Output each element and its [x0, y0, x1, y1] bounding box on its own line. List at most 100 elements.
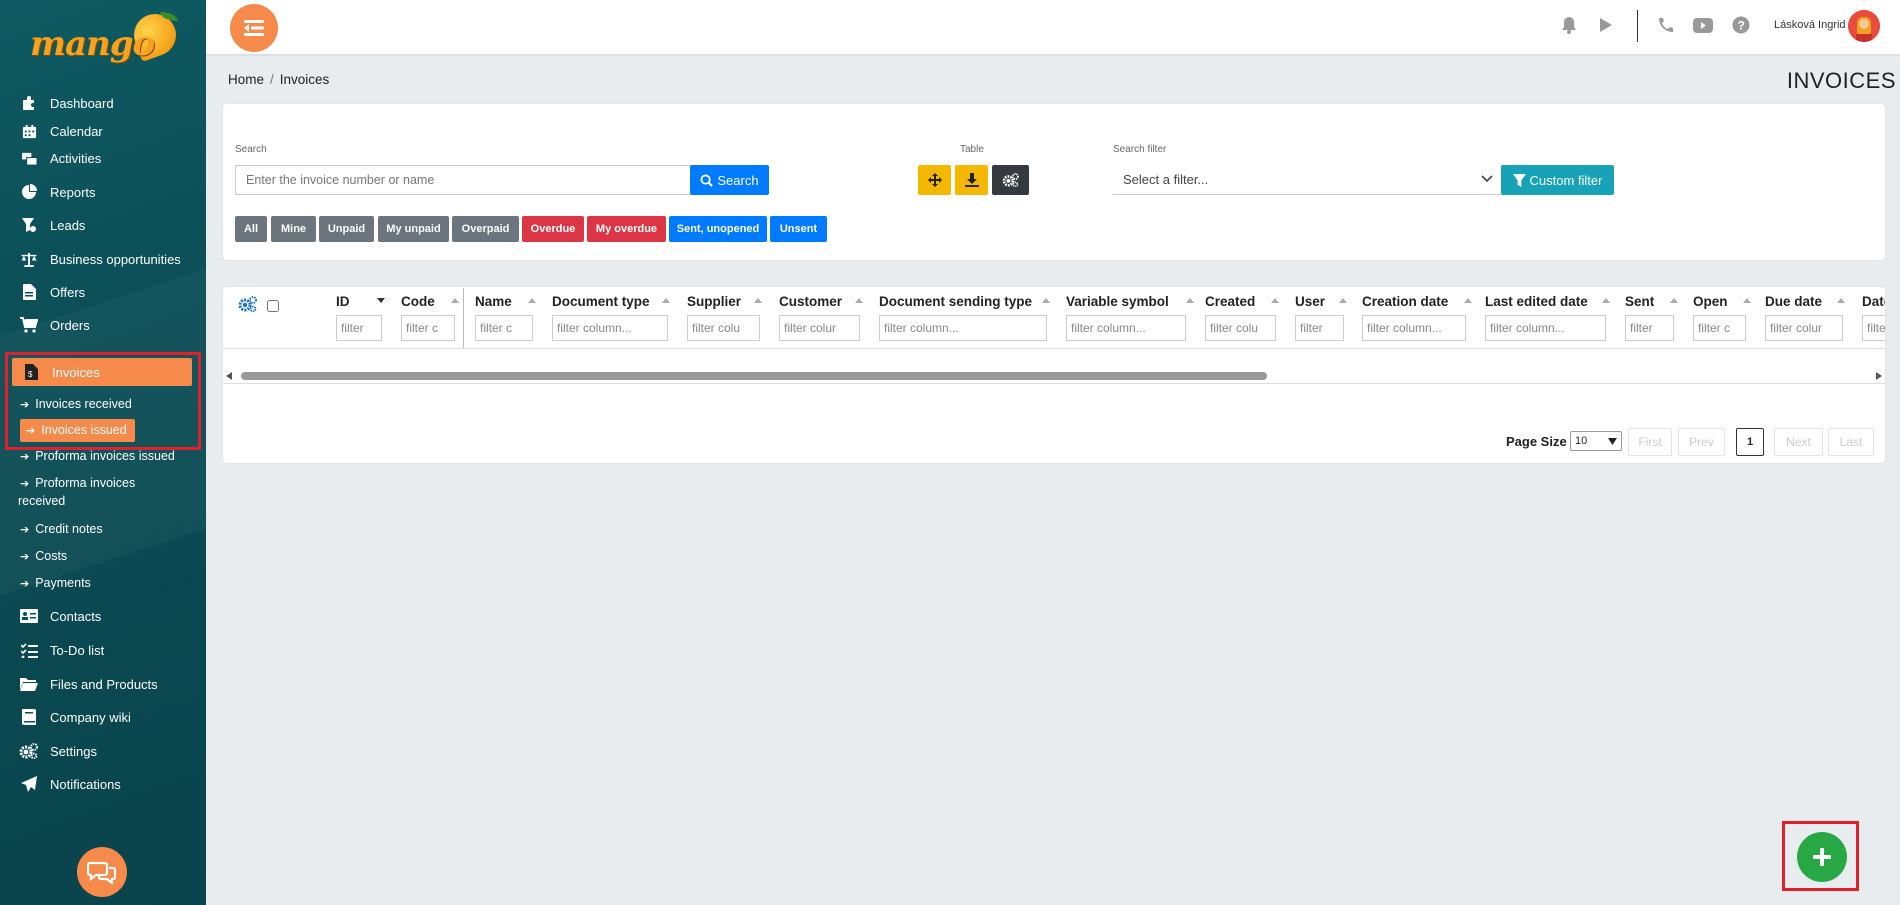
sidebar-subitem-proforma-received-line2[interactable]: received	[18, 492, 65, 510]
filter-tag-unpaid[interactable]: Unpaid	[319, 216, 374, 242]
sidebar-item-contacts[interactable]: Contacts	[0, 601, 206, 631]
table-settings-button[interactable]	[992, 165, 1029, 195]
column-header-user[interactable]: User	[1295, 294, 1347, 309]
filter-input-code[interactable]	[401, 315, 455, 341]
filter-input-document-sending-type[interactable]	[879, 315, 1047, 341]
sidebar-item-activities[interactable]: Activities	[0, 143, 206, 173]
column-header-last-edited-date[interactable]: Last edited date	[1485, 294, 1610, 309]
column-header-sent[interactable]: Sent	[1625, 294, 1678, 309]
column-header-creation-date[interactable]: Creation date	[1362, 294, 1472, 309]
sidebar-item-settings[interactable]: Settings	[0, 736, 206, 766]
sidebar-item-business-opportunities[interactable]: Business opportunities	[0, 244, 206, 274]
breadcrumb-home[interactable]: Home	[228, 72, 264, 87]
column-header-id[interactable]: ID	[336, 294, 385, 309]
filter-input-customer[interactable]	[779, 315, 860, 341]
sidebar-item-company-wiki[interactable]: Company wiki	[0, 702, 206, 732]
column-header-document-sending-type[interactable]: Document sending type	[879, 294, 1050, 309]
pagination-prev-button[interactable]: Prev	[1678, 428, 1725, 456]
filter-input-name[interactable]	[475, 315, 533, 341]
pagination-last-button[interactable]: Last	[1828, 428, 1874, 456]
filter-input-supplier[interactable]	[687, 315, 760, 341]
help-icon[interactable]: ?	[1730, 14, 1752, 36]
filter-tag-my-unpaid[interactable]: My unpaid	[378, 216, 449, 242]
sidebar-subitem-proforma-invoices-received[interactable]: ➔ Proforma invoices	[20, 474, 135, 493]
pagination-first-button[interactable]: First	[1628, 428, 1672, 456]
avatar[interactable]	[1848, 10, 1880, 42]
column-header-customer[interactable]: Customer	[779, 294, 863, 309]
filter-input-sent[interactable]	[1625, 315, 1674, 341]
sidebar-item-dashboard[interactable]: Dashboard	[0, 88, 206, 118]
arrow-right-icon: ➔	[26, 425, 36, 437]
filter-tag-unsent[interactable]: Unsent	[770, 216, 827, 242]
sidebar-subitem-invoices-received[interactable]: ➔ Invoices received	[20, 395, 132, 414]
filter-input-due-date[interactable]	[1765, 315, 1843, 341]
mango-logo[interactable]: mango	[30, 8, 182, 64]
youtube-icon[interactable]	[1692, 14, 1714, 36]
chevron-down-icon	[1608, 438, 1617, 445]
column-header-open[interactable]: Open	[1693, 294, 1751, 309]
bell-icon[interactable]	[1558, 14, 1580, 36]
pagination-next-button[interactable]: Next	[1774, 428, 1823, 456]
user-name[interactable]: Lásková Ingrid	[1774, 19, 1846, 31]
column-header-supplier[interactable]: Supplier	[687, 294, 762, 309]
sidebar-item-notifications[interactable]: Notifications	[0, 769, 206, 799]
table-label: Table	[960, 144, 984, 155]
filter-input-variable-symbol[interactable]	[1066, 315, 1186, 341]
sidebar-item-calendar[interactable]: Calendar	[0, 116, 206, 146]
add-invoice-button[interactable]	[1797, 832, 1847, 882]
filter-tag-all[interactable]: All	[235, 216, 267, 242]
pagination-current-page[interactable]: 1	[1736, 428, 1764, 456]
chat-button[interactable]	[77, 847, 127, 897]
filter-input-open[interactable]	[1693, 315, 1746, 341]
column-header-date[interactable]: Date	[1862, 294, 1885, 309]
filter-input-user[interactable]	[1295, 315, 1344, 341]
export-button[interactable]	[955, 165, 988, 195]
menu-toggle-button[interactable]	[230, 4, 278, 52]
custom-filter-button[interactable]: Custom filter	[1501, 165, 1614, 195]
search-input[interactable]	[235, 165, 691, 195]
sidebar-item-offers[interactable]: Offers	[0, 277, 206, 307]
page-size-select[interactable]: 10	[1570, 431, 1622, 451]
select-all-checkbox[interactable]	[267, 300, 279, 312]
sidebar-subitem-invoices-issued[interactable]: ➔ Invoices issued	[20, 419, 135, 442]
scroll-right-icon[interactable]	[1876, 372, 1882, 380]
scroll-left-icon[interactable]	[226, 372, 232, 380]
scrollbar-thumb[interactable]	[241, 372, 1267, 380]
filter-input-document-type[interactable]	[552, 315, 668, 341]
filter-tag-sent-unopened[interactable]: Sent, unopened	[669, 216, 767, 242]
sidebar-item-label: Leads	[50, 217, 86, 233]
play-icon[interactable]	[1595, 14, 1617, 36]
sidebar-item-leads[interactable]: Leads	[0, 210, 206, 240]
column-settings-icon[interactable]	[238, 296, 258, 317]
filter-input-last-edited-date[interactable]	[1485, 315, 1606, 341]
column-header-due-date[interactable]: Due date	[1765, 294, 1845, 309]
filter-tag-overdue[interactable]: Overdue	[522, 216, 584, 242]
column-header-name[interactable]: Name	[475, 294, 536, 309]
filter-tag-my-overdue[interactable]: My overdue	[587, 216, 666, 242]
sidebar-item-files-and-products[interactable]: Files and Products	[0, 669, 206, 699]
sidebar-item-orders[interactable]: Orders	[0, 310, 206, 340]
search-button[interactable]: Search	[690, 165, 769, 195]
filter-tag-mine[interactable]: Mine	[271, 216, 316, 242]
column-header-document-type[interactable]: Document type	[552, 294, 670, 309]
sidebar-item-reports[interactable]: Reports	[0, 177, 206, 207]
phone-icon[interactable]	[1655, 14, 1677, 36]
sidebar-subitem-payments[interactable]: ➔ Payments	[20, 574, 91, 593]
filter-input-creation-date[interactable]	[1362, 315, 1466, 341]
filter-input-created[interactable]	[1205, 315, 1276, 341]
sidebar-subitem-credit-notes[interactable]: ➔ Credit notes	[20, 520, 103, 539]
column-header-code[interactable]: Code	[401, 294, 459, 309]
column-header-created[interactable]: Created	[1205, 294, 1279, 309]
sidebar-item-todo[interactable]: To-Do list	[0, 635, 206, 665]
move-columns-button[interactable]	[918, 165, 951, 195]
filter-tag-overpaid[interactable]: Overpaid	[452, 216, 519, 242]
sidebar-subitem-costs[interactable]: ➔ Costs	[20, 547, 67, 566]
sidebar-item-invoices[interactable]: $ Invoices	[12, 358, 192, 386]
column-header-variable-symbol[interactable]: Variable symbol	[1066, 294, 1194, 309]
filter-input-date[interactable]	[1862, 315, 1885, 341]
filter-input-id[interactable]	[336, 315, 382, 341]
search-filter-label: Search filter	[1113, 144, 1167, 155]
sidebar-subitem-proforma-invoices-issued[interactable]: ➔ Proforma invoices issued	[20, 447, 175, 466]
search-filter-select[interactable]: Select a filter...	[1113, 165, 1501, 195]
sort-icon	[1186, 298, 1194, 303]
